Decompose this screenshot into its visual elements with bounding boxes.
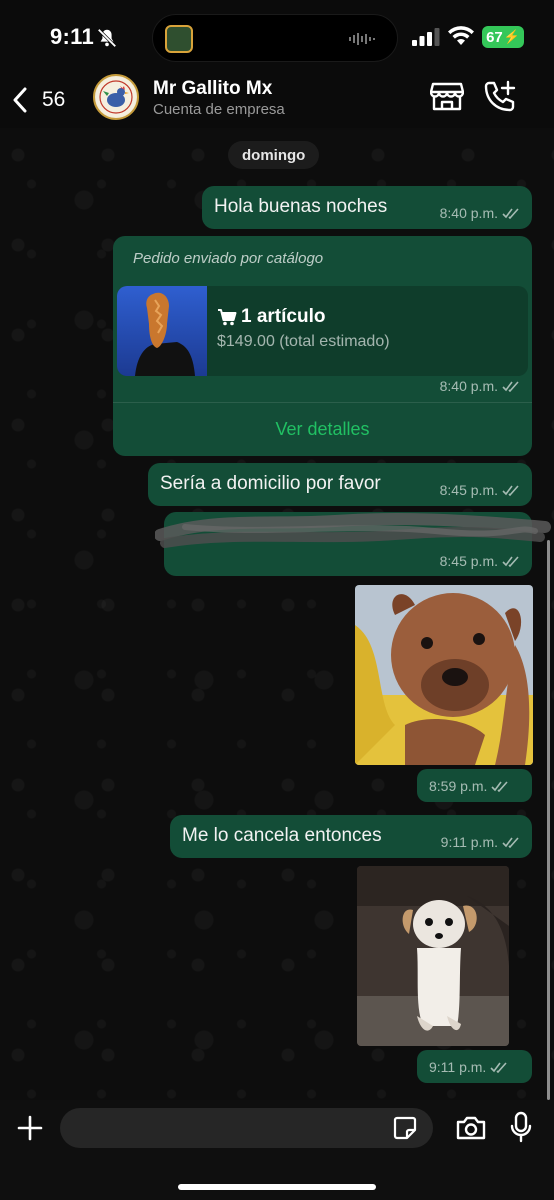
message-bubble-outgoing[interactable]: Hola buenas noches 8:40 p.m. xyxy=(202,186,532,229)
message-meta: 8:45 p.m. xyxy=(440,482,520,498)
message-meta: 8:59 p.m. xyxy=(429,778,509,794)
product-thumbnail xyxy=(117,286,207,376)
view-details-button[interactable]: Ver detalles xyxy=(113,419,532,440)
redaction-scribble xyxy=(155,513,551,548)
composer-bar xyxy=(0,1100,554,1200)
message-time: 8:45 p.m. xyxy=(439,553,498,569)
day-separator: domingo xyxy=(228,141,320,169)
microphone-icon[interactable] xyxy=(510,1111,532,1143)
dynamic-island[interactable] xyxy=(152,14,398,62)
message-text: Sería a domicilio por favor xyxy=(160,473,381,494)
puppy-photo-image xyxy=(357,866,509,1046)
message-time: 8:59 p.m. xyxy=(429,778,488,794)
chat-scrollbar[interactable] xyxy=(547,540,550,1100)
order-total: $149.00 (total estimado) xyxy=(217,333,390,350)
back-button[interactable]: 56 xyxy=(12,80,65,120)
message-bubble-outgoing[interactable]: Me lo cancela entonces 9:11 p.m. xyxy=(170,815,532,858)
message-meta: 9:11 p.m. xyxy=(429,1059,508,1075)
add-call-icon[interactable] xyxy=(483,80,517,112)
message-input[interactable] xyxy=(60,1108,433,1148)
cart-icon xyxy=(218,309,237,326)
double-check-icon xyxy=(502,836,519,848)
message-bubble-outgoing[interactable]: Sería a domicilio por favor 8:45 p.m. xyxy=(148,463,532,506)
fried-chicken-image xyxy=(135,292,195,376)
status-bar: 9:11 67 ⚡ xyxy=(0,0,554,72)
plus-icon[interactable] xyxy=(16,1114,44,1142)
status-time: 9:11 xyxy=(50,24,95,49)
double-check-icon xyxy=(502,555,519,567)
message-time: 9:11 p.m. xyxy=(440,834,498,850)
message-time: 8:40 p.m. xyxy=(439,378,498,394)
home-indicator[interactable] xyxy=(178,1184,376,1190)
image-timestamp-chip: 9:11 p.m. xyxy=(417,1050,532,1083)
order-item-count: 1 artículo xyxy=(217,306,325,328)
message-meta: 8:45 p.m. xyxy=(440,553,520,569)
message-time: 9:11 p.m. xyxy=(429,1059,487,1075)
bell-slash-icon xyxy=(97,28,117,48)
wifi-icon xyxy=(448,26,474,45)
cell-signal-icon xyxy=(412,28,440,46)
message-text: Me lo cancela entonces xyxy=(182,825,382,846)
contact-name[interactable]: Mr Gallito Mx xyxy=(153,78,272,100)
message-meta: 8:40 p.m. xyxy=(440,205,520,221)
image-message-puppy[interactable] xyxy=(357,866,509,1046)
sticker-icon[interactable] xyxy=(393,1116,417,1140)
order-message-bubble[interactable]: Pedido enviado por catálogo 1 artículo $… xyxy=(113,236,532,456)
message-time: 8:40 p.m. xyxy=(439,205,498,221)
message-meta: 9:11 p.m. xyxy=(441,834,520,850)
battery-indicator: 67 ⚡ xyxy=(482,26,524,48)
double-check-icon xyxy=(502,380,519,392)
order-items-label: 1 artículo xyxy=(241,306,326,327)
contact-avatar[interactable] xyxy=(93,74,139,120)
message-meta: 8:40 p.m. xyxy=(440,378,520,394)
image-timestamp-chip: 8:59 p.m. xyxy=(417,769,532,802)
battery-level: 67 xyxy=(486,28,503,46)
chevron-left-icon xyxy=(13,87,27,113)
double-check-icon xyxy=(491,780,508,792)
dog-photo-image xyxy=(355,585,533,765)
order-caption: Pedido enviado por catálogo xyxy=(133,250,324,267)
rooster-logo-icon xyxy=(96,77,136,117)
double-check-icon xyxy=(502,484,519,496)
chat-header: 56 Mr Gallito Mx Cuenta de empresa xyxy=(0,72,554,128)
message-time: 8:45 p.m. xyxy=(439,482,498,498)
audio-wave-icon xyxy=(349,33,375,45)
charging-bolt-icon: ⚡ xyxy=(503,29,520,44)
now-playing-artwork xyxy=(165,25,193,53)
double-check-icon xyxy=(490,1061,507,1073)
message-text: Hola buenas noches xyxy=(214,196,388,217)
image-message-dog[interactable] xyxy=(355,585,533,765)
camera-icon[interactable] xyxy=(455,1114,487,1142)
order-card[interactable]: 1 artículo $149.00 (total estimado) xyxy=(117,286,528,376)
double-check-icon xyxy=(502,207,519,219)
unread-chats-count: 56 xyxy=(42,88,66,111)
store-icon[interactable] xyxy=(430,80,464,112)
order-divider xyxy=(113,402,532,403)
contact-subtitle: Cuenta de empresa xyxy=(153,101,285,118)
